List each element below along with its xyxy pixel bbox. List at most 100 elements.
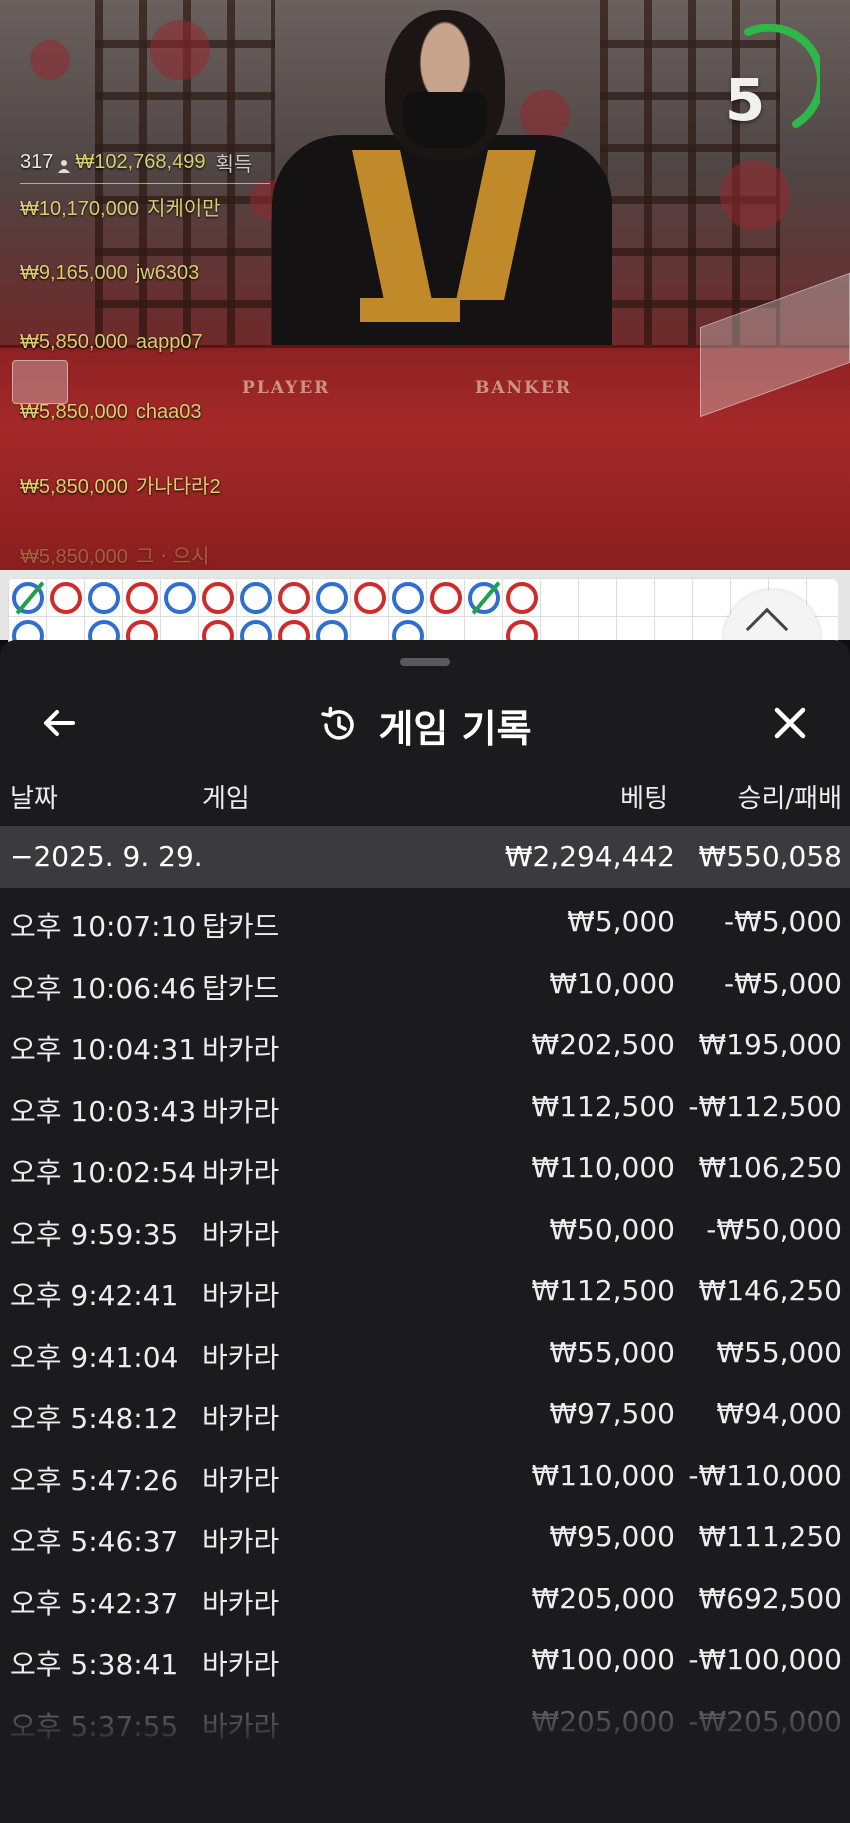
row-bet: ₩95,000 bbox=[549, 1520, 675, 1553]
close-button[interactable] bbox=[755, 688, 825, 758]
row-game: 바카라 bbox=[202, 1586, 280, 1620]
history-row[interactable]: 오후 5:47:26 바카라 ₩110,000 -₩110,000 bbox=[0, 1442, 850, 1504]
arrow-left-icon bbox=[39, 703, 79, 743]
history-row[interactable]: 오후 5:42:37 바카라 ₩205,000 ₩692,500 bbox=[0, 1565, 850, 1627]
row-bet: ₩202,500 bbox=[531, 1028, 675, 1061]
row-bet: ₩10,000 bbox=[549, 966, 675, 1000]
winner-row: ₩9,165,000 jw6303 bbox=[20, 262, 270, 324]
row-result: ₩55,000 bbox=[716, 1335, 842, 1369]
winner-name: 지케이만 bbox=[146, 198, 221, 220]
game-history-sheet: 게임 기록 날짜 게임 베팅 승리/패배 −2025. 9. 29. ₩2,29… bbox=[0, 640, 850, 1823]
winner-row: ₩5,850,000 aapp07 bbox=[20, 331, 270, 393]
row-time: 오후 10:03:43 bbox=[10, 1094, 197, 1128]
history-row[interactable]: 오후 10:03:43 바카라 ₩112,500 -₩112,500 bbox=[0, 1073, 850, 1135]
blossom-decor bbox=[30, 40, 70, 80]
column-header-bet: 베팅 bbox=[620, 784, 668, 814]
history-row[interactable]: 오후 5:38:41 바카라 ₩100,000 -₩100,000 bbox=[0, 1626, 850, 1688]
winner-row: ₩5,850,000 chaa03 bbox=[20, 401, 270, 463]
row-game: 탑카드 bbox=[202, 971, 280, 1005]
title-group: 게임 기록 bbox=[0, 680, 850, 770]
summary-date: −2025. 9. 29. bbox=[10, 840, 203, 873]
history-list: 오후 10:07:10 탑카드 ₩5,000 -₩5,000 오후 10:06:46 탑… bbox=[0, 888, 850, 1749]
bead-banker bbox=[430, 582, 462, 614]
sheet-drag-handle[interactable] bbox=[400, 658, 450, 666]
bead-player bbox=[240, 582, 272, 614]
row-result: -₩100,000 bbox=[688, 1643, 842, 1676]
history-row[interactable]: 오후 9:42:41 바카라 ₩112,500 ₩146,250 bbox=[0, 1257, 850, 1319]
winner-name: 그ㆍ으시 bbox=[135, 545, 210, 568]
row-result: ₩111,250 bbox=[698, 1520, 842, 1553]
row-result: -₩112,500 bbox=[688, 1089, 842, 1123]
table-label-banker: BANKER bbox=[475, 378, 572, 398]
winners-total: ₩102,768,499 bbox=[75, 151, 206, 173]
history-row[interactable]: 오후 10:06:46 탑카드 ₩10,000 -₩5,000 bbox=[0, 950, 850, 1012]
history-row[interactable]: 오후 9:59:35 바카라 ₩50,000 -₩50,000 bbox=[0, 1196, 850, 1258]
history-row[interactable]: 오후 10:07:10 탑카드 ₩5,000 -₩5,000 bbox=[0, 888, 850, 950]
winner-name: aapp07 bbox=[135, 331, 203, 353]
history-row[interactable]: 오후 5:46:37 바카라 ₩95,000 ₩111,250 bbox=[0, 1503, 850, 1565]
history-row[interactable]: 오후 5:48:12 바카라 ₩97,500 ₩94,000 bbox=[0, 1380, 850, 1442]
column-header-result: 승리/패배 bbox=[737, 784, 842, 814]
close-x-icon bbox=[772, 705, 808, 741]
row-game: 바카라 bbox=[202, 1709, 280, 1743]
summary-bet: ₩2,294,442 bbox=[504, 840, 675, 873]
row-time: 오후 9:59:35 bbox=[10, 1217, 179, 1251]
back-button[interactable] bbox=[24, 688, 94, 758]
bead-banker bbox=[50, 582, 82, 614]
winner-name: chaa03 bbox=[135, 400, 202, 423]
bead-player bbox=[392, 582, 424, 614]
blossom-decor bbox=[520, 90, 570, 140]
bead-banker bbox=[126, 582, 158, 614]
history-row[interactable]: 오후 10:02:54 바카라 ₩110,000 ₩106,250 bbox=[0, 1134, 850, 1196]
winners-count: 317 bbox=[20, 151, 54, 173]
dealer-mask bbox=[403, 92, 487, 148]
winner-amount: ₩10,170,000 bbox=[20, 198, 139, 220]
winner-name: 가나다라2 bbox=[135, 476, 221, 498]
row-game: 바카라 bbox=[202, 1279, 280, 1312]
countdown-number: 5 bbox=[724, 66, 766, 134]
row-time: 오후 5:47:26 bbox=[10, 1463, 179, 1497]
row-bet: ₩100,000 bbox=[531, 1643, 675, 1676]
column-header-game: 게임 bbox=[202, 784, 250, 814]
winner-amount: ₩5,850,000 bbox=[20, 545, 128, 568]
row-result: ₩195,000 bbox=[698, 1028, 842, 1061]
row-bet: ₩205,000 bbox=[531, 1704, 675, 1738]
row-game: 바카라 bbox=[202, 1094, 280, 1128]
row-game: 바카라 bbox=[202, 1648, 280, 1681]
row-bet: ₩110,000 bbox=[531, 1151, 675, 1184]
date-summary-row[interactable]: −2025. 9. 29. ₩2,294,442 ₩550,058 bbox=[0, 826, 850, 888]
row-result: -₩5,000 bbox=[724, 905, 842, 938]
column-header-date: 날짜 bbox=[10, 784, 58, 814]
row-bet: ₩205,000 bbox=[531, 1581, 675, 1615]
row-bet: ₩112,500 bbox=[531, 1089, 675, 1123]
row-time: 오후 5:38:41 bbox=[10, 1648, 179, 1681]
dealer-body bbox=[272, 135, 612, 365]
row-game: 바카라 bbox=[202, 1340, 280, 1374]
blossom-decor bbox=[720, 160, 790, 230]
history-row[interactable]: 오후 10:04:31 바카라 ₩202,500 ₩195,000 bbox=[0, 1011, 850, 1073]
dealer-belt bbox=[360, 298, 460, 322]
row-result: ₩94,000 bbox=[716, 1397, 842, 1430]
row-bet: ₩112,500 bbox=[531, 1274, 675, 1307]
bead-player bbox=[316, 582, 348, 614]
winner-amount: ₩5,850,000 bbox=[20, 400, 128, 423]
row-result: -₩110,000 bbox=[688, 1458, 842, 1492]
bead-road-board[interactable] bbox=[0, 570, 850, 652]
winner-amount: ₩5,850,000 bbox=[20, 331, 128, 353]
history-row[interactable]: 오후 9:41:04 바카라 ₩55,000 ₩55,000 bbox=[0, 1319, 850, 1381]
winners-overlay: 317 ₩102,768,499 획득 ₩10,170,000 지케이만 ₩9,1… bbox=[20, 148, 270, 570]
row-time: 오후 9:41:04 bbox=[10, 1340, 179, 1374]
bead-banker bbox=[278, 582, 310, 614]
winners-divider bbox=[20, 183, 270, 184]
winner-amount: ₩9,165,000 bbox=[20, 261, 128, 284]
bead-player bbox=[164, 582, 196, 614]
row-bet: ₩97,500 bbox=[549, 1397, 675, 1430]
row-game: 바카라 bbox=[202, 1463, 280, 1497]
history-row[interactable]: 오후 5:37:55 바카라 ₩205,000 -₩205,000 bbox=[0, 1688, 850, 1750]
row-game: 바카라 bbox=[202, 1525, 280, 1558]
winner-row: ₩5,850,000 가나다라2 bbox=[20, 470, 270, 532]
blossom-decor bbox=[150, 20, 210, 80]
live-video-feed[interactable]: PLAYER BANKER 5 317 ₩102,768,499 획득 ₩10,… bbox=[0, 0, 850, 570]
row-result: -₩205,000 bbox=[688, 1704, 842, 1738]
bead-banker bbox=[202, 582, 234, 614]
